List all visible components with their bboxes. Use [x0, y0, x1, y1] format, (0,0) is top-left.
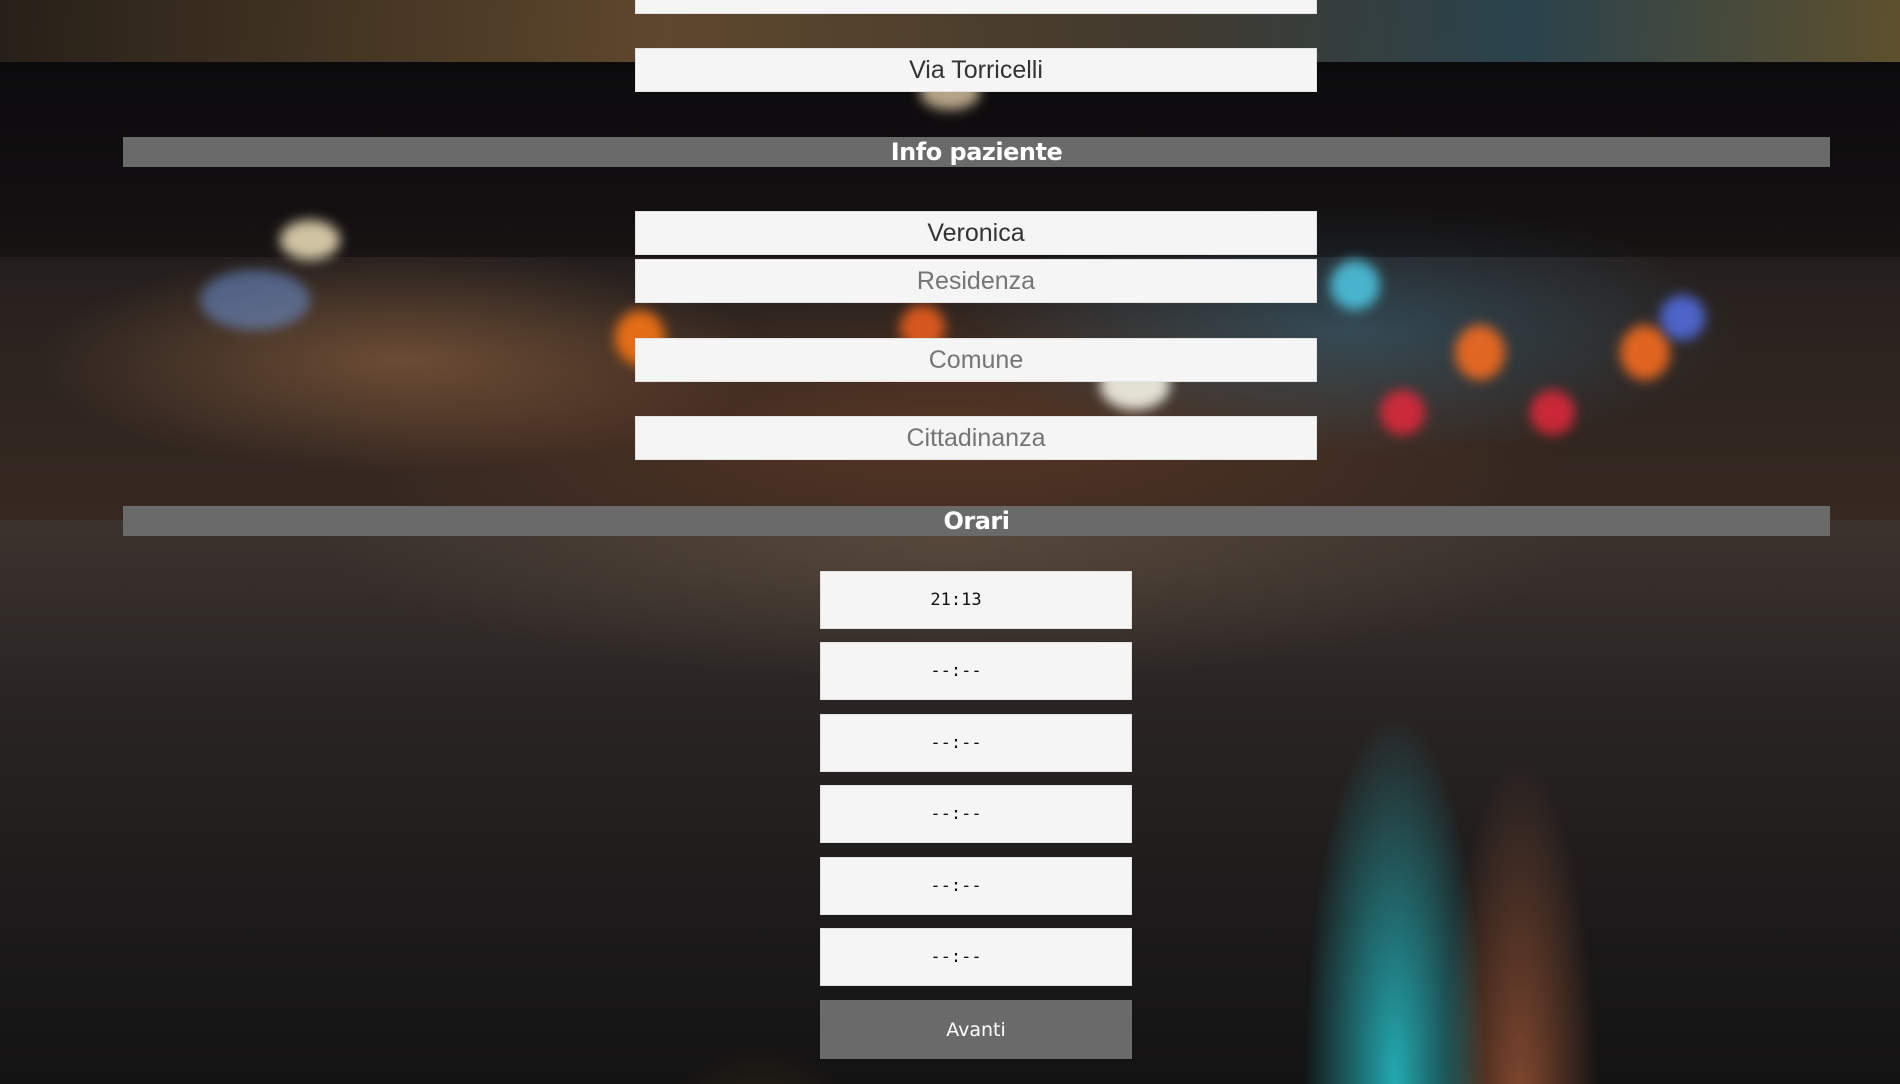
- residence-field[interactable]: [635, 259, 1317, 303]
- street-field[interactable]: [635, 48, 1317, 92]
- light-bokeh: [1380, 390, 1425, 435]
- time-input[interactable]: --:--: [820, 857, 1132, 915]
- light-bokeh: [200, 270, 310, 330]
- light-bokeh: [1530, 390, 1575, 435]
- time-input[interactable]: 21:13: [820, 571, 1132, 629]
- time-value: --:--: [930, 661, 982, 681]
- light-bokeh: [1660, 295, 1705, 340]
- comune-field[interactable]: [635, 338, 1317, 382]
- patient-name-field[interactable]: [635, 211, 1317, 255]
- time-value: 21:13: [930, 590, 982, 610]
- time-value: --:--: [930, 947, 982, 967]
- light-bokeh: [1330, 260, 1380, 310]
- time-value: --:--: [930, 733, 982, 753]
- time-input[interactable]: --:--: [820, 714, 1132, 772]
- section-title-patient-info: Info paziente: [123, 137, 1830, 167]
- next-button[interactable]: Avanti: [820, 1000, 1132, 1059]
- time-input[interactable]: --:--: [820, 928, 1132, 986]
- address-top-field[interactable]: [635, 0, 1317, 14]
- time-input[interactable]: --:--: [820, 642, 1132, 700]
- light-bokeh: [280, 220, 340, 260]
- section-title-schedule: Orari: [123, 506, 1830, 536]
- citizenship-field[interactable]: [635, 416, 1317, 460]
- time-value: --:--: [930, 876, 982, 896]
- light-bokeh: [1620, 325, 1670, 380]
- light-bokeh: [1455, 325, 1505, 380]
- time-input[interactable]: --:--: [820, 785, 1132, 843]
- time-value: --:--: [930, 804, 982, 824]
